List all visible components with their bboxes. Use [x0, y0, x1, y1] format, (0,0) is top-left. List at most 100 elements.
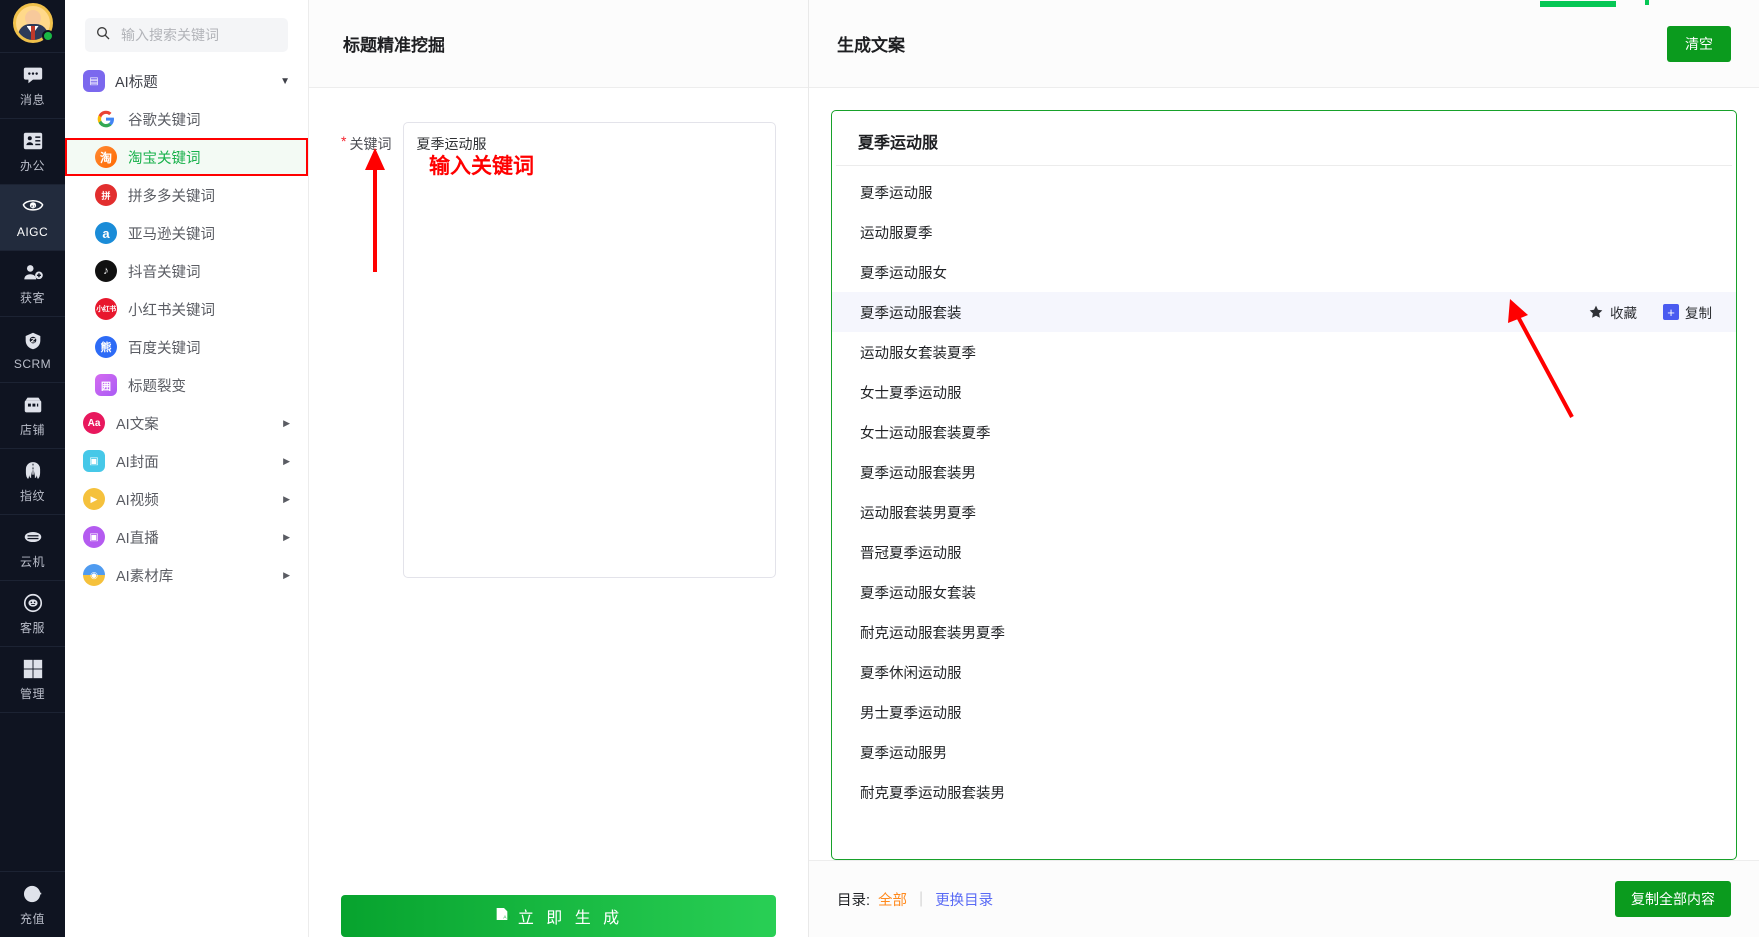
result-row[interactable]: 夏季运动服女 [832, 252, 1736, 292]
rail-item-label: 店铺 [19, 423, 45, 437]
ai-title-icon: ▤ [83, 70, 105, 92]
catalog-value[interactable]: 全部 [878, 889, 907, 910]
rail-item-fingerprint[interactable]: 指纹 [0, 448, 65, 514]
right-panel-footer: 目录: 全部 | 更换目录 复制全部内容 [809, 860, 1759, 937]
result-row[interactable]: 夏季运动服女套装 [832, 572, 1736, 612]
result-row[interactable]: 女士运动服套装夏季 [832, 412, 1736, 452]
rail-item-support[interactable]: 客服 [0, 580, 65, 646]
sidebar-group-ai-title[interactable]: ▤ AI标题 ▼ [65, 62, 308, 100]
footer-divider: | [919, 890, 924, 907]
rail-item-aigc[interactable]: AI AIGC [0, 184, 65, 250]
sidebar-group-ai-asset-library[interactable]: ◉ AI素材库 ▶ [65, 556, 308, 594]
ai-cover-icon: ▣ [83, 450, 105, 472]
chevron-right-icon: ▶ [283, 417, 290, 428]
rail-item-manage[interactable]: 管理 [0, 646, 65, 712]
result-row[interactable]: 晋冠夏季运动服 [832, 532, 1736, 572]
sidebar-item-label: 谷歌关键词 [128, 112, 201, 129]
result-row-text: 运动服女套装夏季 [860, 345, 976, 362]
secondary-sidebar: ▤ AI标题 ▼ 谷歌关键词 淘 淘宝关键词 拼 拼多多关键词 a 亚马逊关键词… [65, 0, 309, 937]
rail-item-label: 获客 [19, 291, 45, 305]
sidebar-item-xiaohongshu-keywords[interactable]: 小红书 小红书关键词 [65, 290, 308, 328]
sidebar-item-baidu-keywords[interactable]: 熊 百度关键词 [65, 328, 308, 366]
result-row[interactable]: 男士夏季运动服 [832, 692, 1736, 732]
clear-button[interactable]: 清空 [1667, 25, 1731, 62]
rail-item-office[interactable]: 办公 [0, 118, 65, 184]
sidebar-group-label: AI标题 [115, 74, 158, 91]
sidebar-item-label: 淘宝关键词 [128, 150, 201, 167]
rail-item-cloud-phone[interactable]: 云机 [0, 514, 65, 580]
result-row[interactable]: 耐克夏季运动服套装男 [832, 772, 1736, 812]
result-list[interactable]: 夏季运动服 运动服夏季 夏季运动服女 夏季运动服套装 收藏 + 复制 运动服女套装夏季 女士夏季… [832, 166, 1736, 859]
rail-spacer [0, 712, 65, 871]
search-icon [95, 25, 111, 46]
keyword-field-row: * 关键词 [341, 122, 776, 578]
aigc-icon: AI [21, 197, 45, 221]
page-title: 标题精准挖掘 [343, 36, 445, 55]
xiaohongshu-icon: 小红书 [95, 298, 117, 320]
chevron-right-icon: ▶ [283, 569, 290, 580]
result-row[interactable]: 夏季运动服男 [832, 732, 1736, 772]
result-row-text: 女士运动服套装夏季 [860, 425, 991, 442]
result-row[interactable]: 运动服套装男夏季 [832, 492, 1736, 532]
result-row-text: 夏季运动服女套装 [860, 585, 976, 602]
rail-item-label: SCRM [13, 356, 52, 371]
sidebar-item-label: AI素材库 [116, 568, 174, 585]
top-green-remnant-1 [1540, 1, 1616, 7]
result-card: 夏季运动服 夏季运动服 运动服夏季 夏季运动服女 夏季运动服套装 收藏 + 复制 运动服女套装… [831, 110, 1737, 860]
result-row-text: 夏季休闲运动服 [860, 665, 962, 682]
middle-panel-body: * 关键词 输入关键词 [309, 88, 808, 871]
sidebar-item-label: AI视频 [116, 492, 159, 509]
chevron-right-icon: ▶ [283, 455, 290, 466]
copy-all-button[interactable]: 复制全部内容 [1615, 881, 1731, 917]
sidebar-item-title-fission[interactable]: 囲 标题裂变 [65, 366, 308, 404]
rail-item-label: 办公 [19, 159, 45, 173]
result-row[interactable]: 夏季休闲运动服 [832, 652, 1736, 692]
result-row[interactable]: 女士夏季运动服 [832, 372, 1736, 412]
keyword-input[interactable] [403, 122, 776, 578]
result-row[interactable]: 运动服夏季 [832, 212, 1736, 252]
rail-item-shop[interactable]: 店铺 [0, 382, 65, 448]
sidebar-group-ai-video[interactable]: ▶ AI视频 ▶ [65, 480, 308, 518]
sidebar-group-ai-copywriting[interactable]: Aa AI文案 ▶ [65, 404, 308, 442]
result-row-text: 夏季运动服套装男 [860, 465, 976, 482]
search-input[interactable] [121, 27, 278, 43]
result-row[interactable]: 夏季运动服套装 收藏 + 复制 [832, 292, 1736, 332]
support-icon [21, 591, 45, 615]
result-row[interactable]: 运动服女套装夏季 [832, 332, 1736, 372]
keyword-field-label: * 关键词 [341, 122, 391, 154]
app-root: 消息 办公 AI AIGC 获客 SCRM 店铺 指纹 云机 客服 管理 充值 … [0, 0, 1759, 937]
result-row-text: 晋冠夏季运动服 [860, 545, 962, 562]
sidebar-group-ai-cover[interactable]: ▣ AI封面 ▶ [65, 442, 308, 480]
sidebar-item-label: AI文案 [116, 416, 159, 433]
result-row-text: 耐克夏季运动服套装男 [860, 785, 1005, 802]
rail-item-scrm[interactable]: SCRM [0, 316, 65, 382]
rail-item-label: 消息 [19, 93, 45, 107]
rail-item-recharge[interactable]: 充值 [0, 871, 65, 937]
result-row[interactable]: 夏季运动服 [832, 172, 1736, 212]
search-box[interactable] [85, 18, 288, 52]
copy-icon: + [1663, 301, 1682, 320]
rail-item-label: 管理 [19, 687, 45, 701]
result-row[interactable]: 夏季运动服套装男 [832, 452, 1736, 492]
sidebar-item-pinduoduo-keywords[interactable]: 拼 拼多多关键词 [65, 176, 308, 214]
rail-item-customer-acquire[interactable]: 获客 [0, 250, 65, 316]
result-row[interactable]: 耐克运动服套装男夏季 [832, 612, 1736, 652]
online-status-dot [41, 30, 54, 42]
result-card-title: 夏季运动服 [836, 111, 1732, 166]
sidebar-group-ai-live[interactable]: ▣ AI直播 ▶ [65, 518, 308, 556]
keyword-label-text: 关键词 [349, 136, 392, 152]
catalog-label: 目录: [837, 892, 871, 909]
sidebar-item-amazon-keywords[interactable]: a 亚马逊关键词 [65, 214, 308, 252]
avatar[interactable] [0, 0, 65, 52]
change-catalog-link[interactable]: 更换目录 [935, 889, 993, 910]
favorite-button[interactable]: 收藏 [1588, 302, 1637, 322]
sidebar-item-google-keywords[interactable]: 谷歌关键词 [65, 100, 308, 138]
sidebar-item-douyin-keywords[interactable]: ♪ 抖音关键词 [65, 252, 308, 290]
amazon-icon: a [95, 222, 117, 244]
generate-button[interactable]: AI 立 即 生 成 [341, 895, 776, 937]
sidebar-item-taobao-keywords[interactable]: 淘 淘宝关键词 [65, 138, 308, 176]
office-icon [21, 129, 45, 153]
chevron-right-icon: ▶ [283, 531, 290, 542]
rail-item-messages[interactable]: 消息 [0, 52, 65, 118]
copy-button[interactable]: + 复制 [1663, 301, 1712, 322]
